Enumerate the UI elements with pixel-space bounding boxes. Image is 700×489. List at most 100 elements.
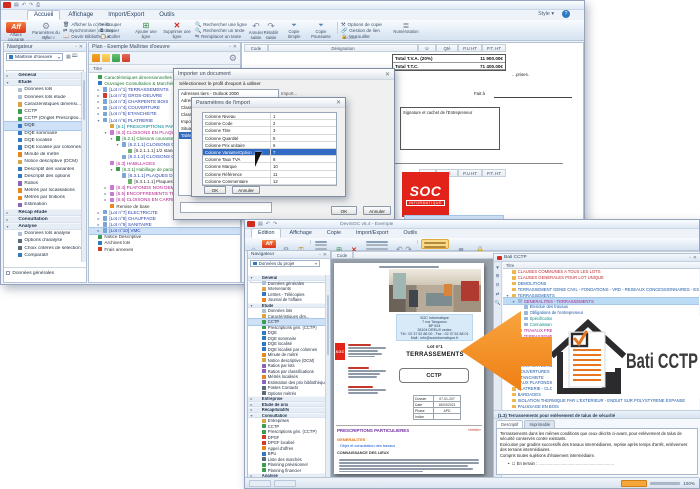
tab-affichage[interactable]: Affichage xyxy=(282,228,318,238)
col-header-u[interactable]: U xyxy=(418,44,436,52)
close-icon[interactable]: ✕ xyxy=(323,252,327,258)
expand-icon[interactable]: ▸ xyxy=(5,73,10,78)
tab-copie[interactable]: Copie xyxy=(320,228,348,238)
bati-column-header[interactable]: Titre xyxy=(503,262,700,269)
tab-import-export[interactable]: Import/Export xyxy=(101,10,151,20)
plan-tool-icon-red[interactable] xyxy=(122,54,130,62)
redo-icon[interactable]: ↷ xyxy=(29,2,33,8)
section-link[interactable]: Objet et consultation des travaux xyxy=(340,444,395,448)
annuler-saisie-button[interactable]: ↶ Annuler saisie xyxy=(249,22,263,40)
expand-icon[interactable]: ▸ xyxy=(96,222,101,227)
help-icon[interactable]: ? xyxy=(562,10,570,18)
expand-icon[interactable]: ▾ xyxy=(109,167,114,172)
pin-icon[interactable]: ▫ xyxy=(689,255,691,261)
collapse-all-icon[interactable]: ⊟ xyxy=(496,282,500,288)
affaire-button[interactable]: Aff xyxy=(262,240,276,248)
tab-outils[interactable]: Outils xyxy=(396,228,424,238)
plan-tool-icon-green[interactable] xyxy=(112,54,120,62)
navigator-tree-item[interactable]: Métrés par localisations xyxy=(4,187,82,194)
expand-icon[interactable]: ▾ xyxy=(249,413,254,417)
navigator-tree-item[interactable]: Notice descriptive (DCM) xyxy=(4,158,82,165)
navigator-tree-item[interactable]: ▸ Général xyxy=(4,72,82,80)
expand-icon[interactable]: ▸ xyxy=(5,217,10,222)
expand-icon[interactable]: ▾ xyxy=(115,142,120,147)
status-highlighted-button[interactable] xyxy=(621,479,648,487)
col-header-pt-ht[interactable]: P.T. HT xyxy=(482,44,506,52)
mapping-row[interactable]: Colonne Taux TVA 8 xyxy=(203,156,336,164)
zoom-slider[interactable] xyxy=(650,481,681,485)
navigator-tree-item[interactable]: Données lots xyxy=(4,86,82,93)
navigator-tree-item[interactable]: Estimation xyxy=(4,201,82,208)
expand-icon[interactable]: ▾ xyxy=(249,303,254,307)
numerotation-button[interactable]: ≣ Numérotation xyxy=(391,22,421,35)
app-icon[interactable] xyxy=(247,221,255,227)
highlighted-ribbon-button[interactable] xyxy=(421,239,449,249)
dialog-input[interactable] xyxy=(180,202,272,213)
supprimer-ligne-button[interactable]: ✕ Supprimer une ligne xyxy=(162,22,192,39)
expand-icon[interactable]: ▸ xyxy=(96,87,101,92)
expand-icon[interactable]: ▸ xyxy=(96,111,101,116)
copie-simple-button[interactable]: ⏷ Copie Simple xyxy=(282,22,306,39)
status-tab-1[interactable] xyxy=(249,479,271,487)
navigator-tree-item[interactable]: Options d'analyse xyxy=(4,237,82,244)
style-dropdown[interactable]: Style ▾ xyxy=(538,11,554,17)
library-icon[interactable]: 🕮 xyxy=(72,53,78,61)
navigator-tree-item[interactable]: Données lots analyse xyxy=(4,230,82,237)
tab-accueil[interactable]: Accueil xyxy=(27,10,61,20)
expand-icon[interactable]: ▾ xyxy=(5,80,10,85)
col-header-qte[interactable]: Qté xyxy=(436,44,458,52)
navigator-tree-item[interactable]: Descriptif des options xyxy=(4,173,82,180)
plan-tool-icon-yellow[interactable] xyxy=(102,54,110,62)
bati-tree-item[interactable]: TERRASSEMENT GENIE CIVIL - FONDATIONS - … xyxy=(503,287,699,293)
profile-list-item[interactable]: Adresses tiers - Outlook 2000 xyxy=(179,90,278,97)
col-header-designation[interactable]: Désignation xyxy=(268,44,418,52)
mapping-row[interactable]: Colonne Code 2 xyxy=(203,120,336,128)
navigator-tree-item[interactable]: DQE localisé xyxy=(4,137,82,144)
expand-icon[interactable]: ▾ xyxy=(249,276,254,279)
expand-icon[interactable]: ▸ xyxy=(96,216,101,221)
zoom-level[interactable]: 100% xyxy=(683,481,695,486)
filter-icon[interactable]: ▼ xyxy=(495,265,500,270)
mapping-row[interactable]: Colonne Prix unitaire 6 xyxy=(203,141,336,149)
inner-dialog-titlebar[interactable]: Paramètres de l'import ✕ xyxy=(192,98,345,108)
close-icon[interactable]: ✕ xyxy=(336,99,341,106)
bati-tree-item[interactable]: ISOLATION THERMIQUE PAR L'EXTERIEUR - EN… xyxy=(503,398,699,404)
project2-combo[interactable]: Données du projet ▾ xyxy=(250,260,320,267)
pin-icon[interactable]: ▫ xyxy=(75,44,77,50)
search-icon[interactable]: 🔍 xyxy=(495,300,501,306)
navigator-tree-item[interactable]: ▾ Étude xyxy=(4,79,82,87)
grid-col-code[interactable]: Code xyxy=(331,251,353,259)
tab-outils[interactable]: Outils xyxy=(152,10,181,20)
navigator-tree-item[interactable]: Caractéristiques dimensi... xyxy=(4,101,82,108)
pin-icon[interactable]: ▫ xyxy=(319,252,321,258)
dialog-titlebar[interactable]: Importer un document ✕ xyxy=(174,69,394,80)
inner-ok-button[interactable]: OK xyxy=(204,186,226,194)
navigator-tree-item[interactable]: Choix critères de sélection xyxy=(4,245,82,252)
print-icon[interactable]: ⎙ xyxy=(36,2,40,8)
inner-cancel-button[interactable]: Annuler xyxy=(232,186,260,194)
tab-import-export[interactable]: Import/Export xyxy=(349,228,395,238)
grid-view-icon[interactable]: ▦ xyxy=(66,54,71,60)
donnees-generales-item[interactable]: Données générales xyxy=(4,269,86,277)
navigator-tree-item[interactable]: CCTP (Onglet Prescriptio... xyxy=(4,115,82,122)
navigator2-scrollbar[interactable] xyxy=(325,275,330,478)
expand-icon[interactable]: ▸ xyxy=(5,210,10,215)
pin-icon[interactable]: ▫ xyxy=(229,44,231,50)
mapping-row[interactable]: Colonne Variante/Option 7 xyxy=(203,148,336,157)
app-icon[interactable] xyxy=(3,2,11,8)
plan-tree-item[interactable]: Frais annexes xyxy=(89,246,240,252)
retablir-saisie-button[interactable]: ↷ Rétablir saisie xyxy=(264,22,278,40)
expand-icon[interactable]: ▸ xyxy=(103,197,108,202)
navigator-tree-item[interactable]: Comparatif xyxy=(4,252,82,259)
expand-icon[interactable]: ▾ xyxy=(103,130,108,135)
mapping-row[interactable]: Colonne Marque 10 xyxy=(203,163,336,171)
navigator-tree-item[interactable]: Ratios xyxy=(4,180,82,187)
navigator-tree-item[interactable]: Données lots étude xyxy=(4,94,82,101)
close-icon[interactable]: ✕ xyxy=(79,44,83,50)
navigator-tree-item[interactable]: Métrés par finitions xyxy=(4,194,82,201)
tab-descriptif[interactable]: Descriptif xyxy=(496,420,524,428)
navigator-tree-item[interactable]: ▾ Analyse xyxy=(4,222,82,231)
tab-edition[interactable]: Edition xyxy=(251,228,282,238)
expand-icon[interactable]: ▾ xyxy=(109,136,114,141)
expand-icon[interactable]: ▸ xyxy=(249,402,254,406)
